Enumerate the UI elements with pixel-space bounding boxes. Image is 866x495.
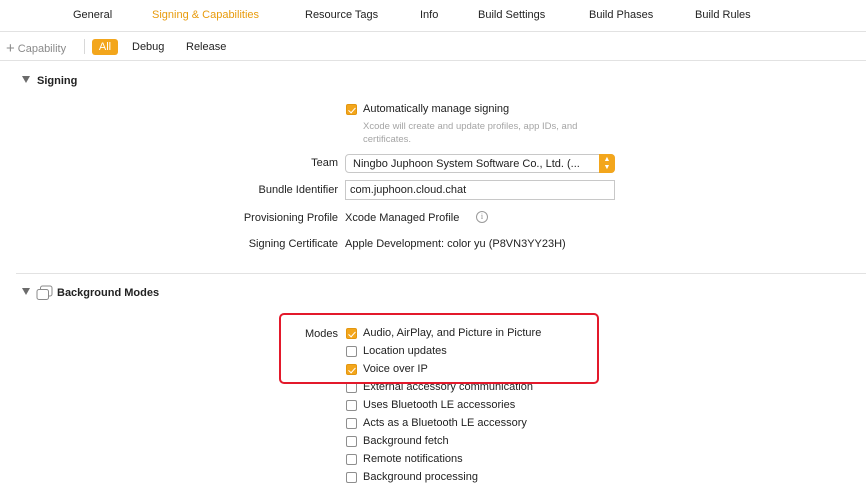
signing-section-header[interactable]: Signing xyxy=(22,75,77,87)
filter-debug[interactable]: Debug xyxy=(132,39,164,55)
mode-checkbox[interactable] xyxy=(346,436,357,447)
highlight-annotation xyxy=(279,313,599,384)
plus-icon: + xyxy=(6,40,15,57)
team-label: Team xyxy=(311,157,338,169)
tab-build-phases[interactable]: Build Phases xyxy=(589,9,653,21)
mode-label: Remote notifications xyxy=(363,453,463,465)
tab-general[interactable]: General xyxy=(73,9,112,21)
provisioning-profile-label: Provisioning Profile xyxy=(243,212,338,224)
bundle-identifier-input[interactable] xyxy=(346,181,614,199)
mode-checkbox[interactable] xyxy=(346,418,357,429)
filter-all[interactable]: All xyxy=(92,39,118,55)
mode-checkbox[interactable] xyxy=(346,454,357,465)
background-modes-title: Background Modes xyxy=(57,287,160,299)
disclosure-triangle-icon[interactable] xyxy=(22,288,30,295)
background-modes-icon xyxy=(36,285,53,300)
mode-checkbox[interactable] xyxy=(346,472,357,483)
editor-tab-bar: General Signing & Capabilities Resource … xyxy=(0,0,866,32)
info-icon[interactable]: i xyxy=(476,211,488,223)
auto-manage-hint: Xcode will create and update profiles, a… xyxy=(363,121,578,145)
mode-label: Acts as a Bluetooth LE accessory xyxy=(363,417,527,429)
auto-manage-signing-label: Automatically manage signing xyxy=(363,103,510,115)
toolbar-divider xyxy=(84,39,85,54)
provisioning-profile-value: Xcode Managed Profile xyxy=(345,212,460,224)
mode-label: Uses Bluetooth LE accessories xyxy=(363,399,516,411)
section-divider xyxy=(16,273,866,274)
chevron-updown-icon: ▲ ▼ xyxy=(599,154,615,173)
filter-release[interactable]: Release xyxy=(186,39,226,55)
signing-certificate-value: Apple Development: color yu (P8VN3YY23H) xyxy=(345,238,566,250)
tab-signing-capabilities[interactable]: Signing & Capabilities xyxy=(152,9,259,21)
tab-build-settings[interactable]: Build Settings xyxy=(478,9,545,21)
signing-title: Signing xyxy=(37,75,78,87)
mode-label: Background fetch xyxy=(363,435,449,447)
add-capability-label: Capability xyxy=(17,43,67,55)
capability-filter-bar: + Capability All Debug Release xyxy=(0,32,866,61)
disclosure-triangle-icon[interactable] xyxy=(22,76,30,83)
mode-checkbox[interactable] xyxy=(346,400,357,411)
team-popup[interactable]: Ningbo Juphoon System Software Co., Ltd.… xyxy=(345,154,615,173)
tab-info[interactable]: Info xyxy=(420,9,438,21)
mode-label: Background processing xyxy=(363,471,478,483)
add-capability-button[interactable]: + Capability xyxy=(6,39,67,57)
tab-resource-tags[interactable]: Resource Tags xyxy=(305,9,378,21)
bundle-identifier-field-wrap xyxy=(345,180,615,200)
tab-build-rules[interactable]: Build Rules xyxy=(695,9,751,21)
signing-certificate-label: Signing Certificate xyxy=(248,238,338,250)
auto-manage-signing-checkbox[interactable] xyxy=(346,104,357,115)
team-value: Ningbo Juphoon System Software Co., Ltd.… xyxy=(353,158,580,170)
bundle-identifier-label: Bundle Identifier xyxy=(258,184,339,196)
